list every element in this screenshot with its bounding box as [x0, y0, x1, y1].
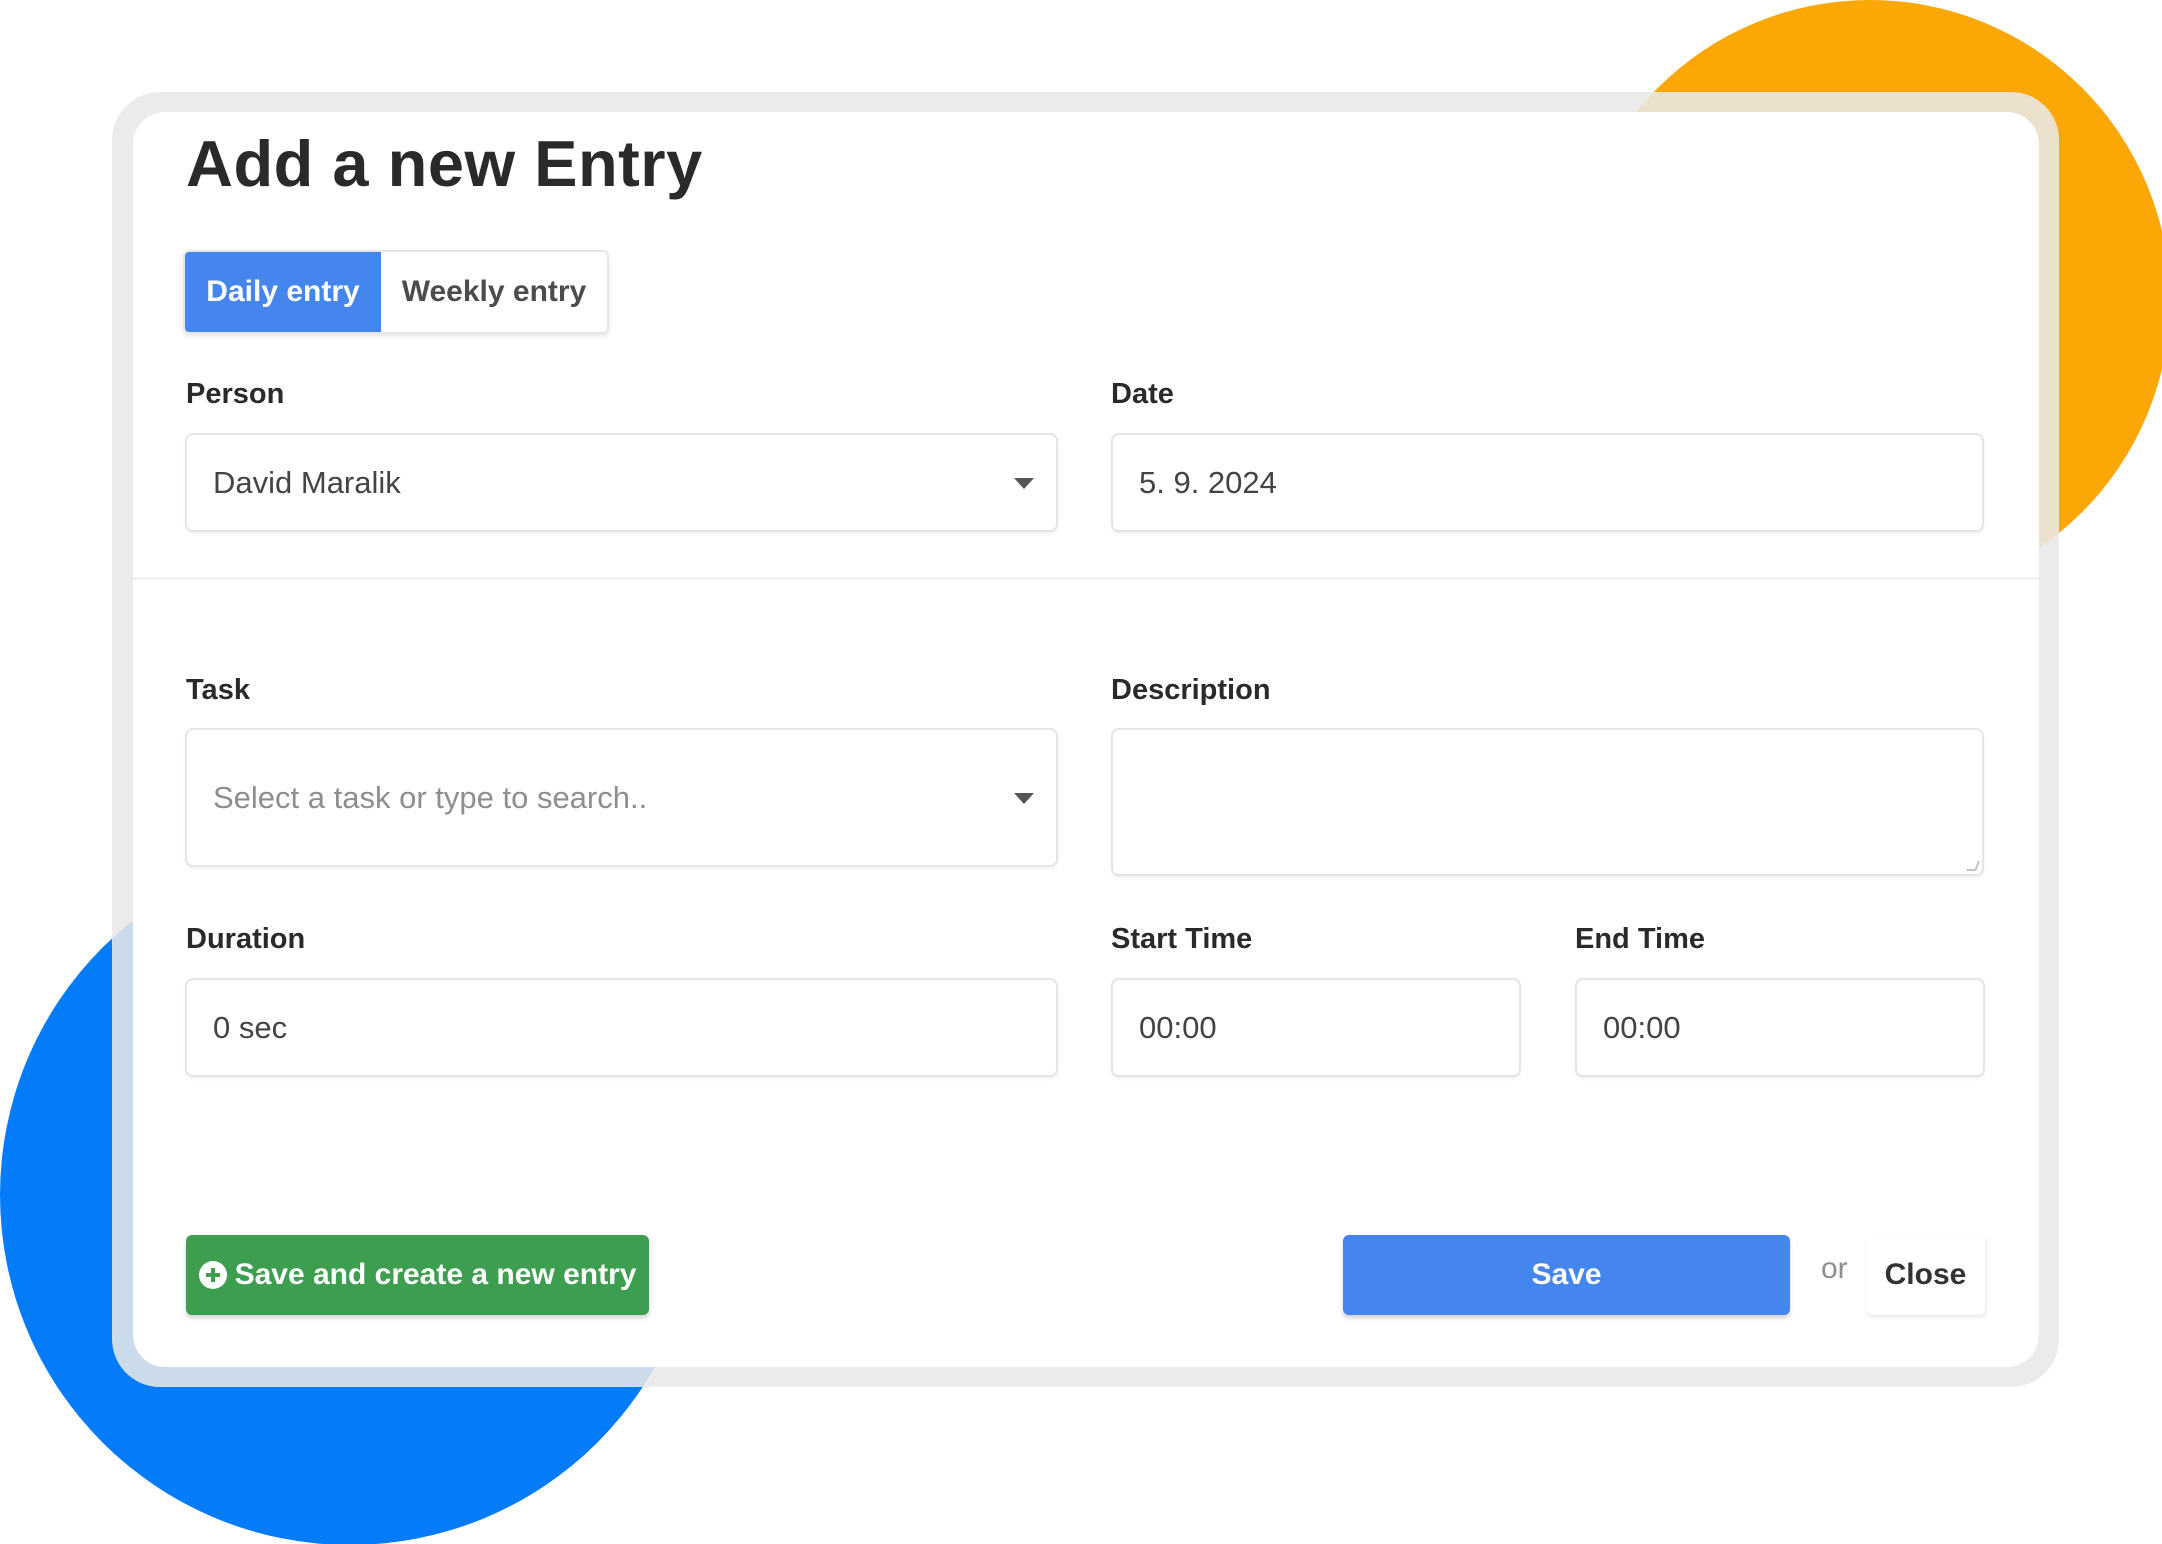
weekly-entry-tab[interactable]: Weekly entry [381, 252, 607, 332]
add-entry-dialog: Add a new Entry Daily entry Weekly entry… [133, 112, 2039, 1367]
or-separator: or [1821, 1252, 1848, 1285]
save-button[interactable]: Save [1343, 1235, 1790, 1315]
chevron-down-icon [1014, 792, 1034, 804]
description-label: Description [1111, 674, 1271, 706]
person-label: Person [186, 378, 285, 410]
plus-circle-icon [198, 1261, 227, 1289]
date-input[interactable]: 5. 9. 2024 [1111, 433, 1984, 532]
end-time-input[interactable]: 00:00 [1575, 978, 1985, 1077]
description-textarea[interactable] [1111, 728, 1984, 876]
start-time-input[interactable]: 00:00 [1111, 978, 1521, 1077]
duration-input[interactable]: 0 sec [185, 978, 1058, 1077]
task-placeholder: Select a task or type to search.. [213, 779, 648, 815]
daily-entry-tab[interactable]: Daily entry [185, 252, 381, 332]
save-and-create-new-label: Save and create a new entry [234, 1258, 637, 1291]
resize-handle-icon[interactable] [1966, 861, 1980, 871]
task-select[interactable]: Select a task or type to search.. [185, 728, 1058, 867]
entry-mode-toggle: Daily entry Weekly entry [183, 250, 609, 334]
start-time-label: Start Time [1111, 923, 1253, 955]
close-button[interactable]: Close [1866, 1235, 1985, 1315]
save-and-create-new-button[interactable]: Save and create a new entry [186, 1235, 649, 1315]
start-time-value: 00:00 [1139, 1009, 1217, 1045]
person-select[interactable]: David Maralik [185, 433, 1058, 532]
section-divider [133, 577, 2039, 580]
end-time-label: End Time [1575, 923, 1705, 955]
duration-value: 0 sec [213, 1009, 288, 1045]
chevron-down-icon [1014, 477, 1034, 489]
task-label: Task [186, 674, 250, 706]
date-value: 5. 9. 2024 [1139, 464, 1277, 500]
page: Add a new Entry Daily entry Weekly entry… [0, 0, 2162, 1544]
person-value: David Maralik [213, 464, 401, 500]
dialog-title: Add a new Entry [186, 127, 703, 200]
duration-label: Duration [186, 923, 306, 955]
end-time-value: 00:00 [1603, 1009, 1681, 1045]
date-label: Date [1111, 378, 1174, 410]
